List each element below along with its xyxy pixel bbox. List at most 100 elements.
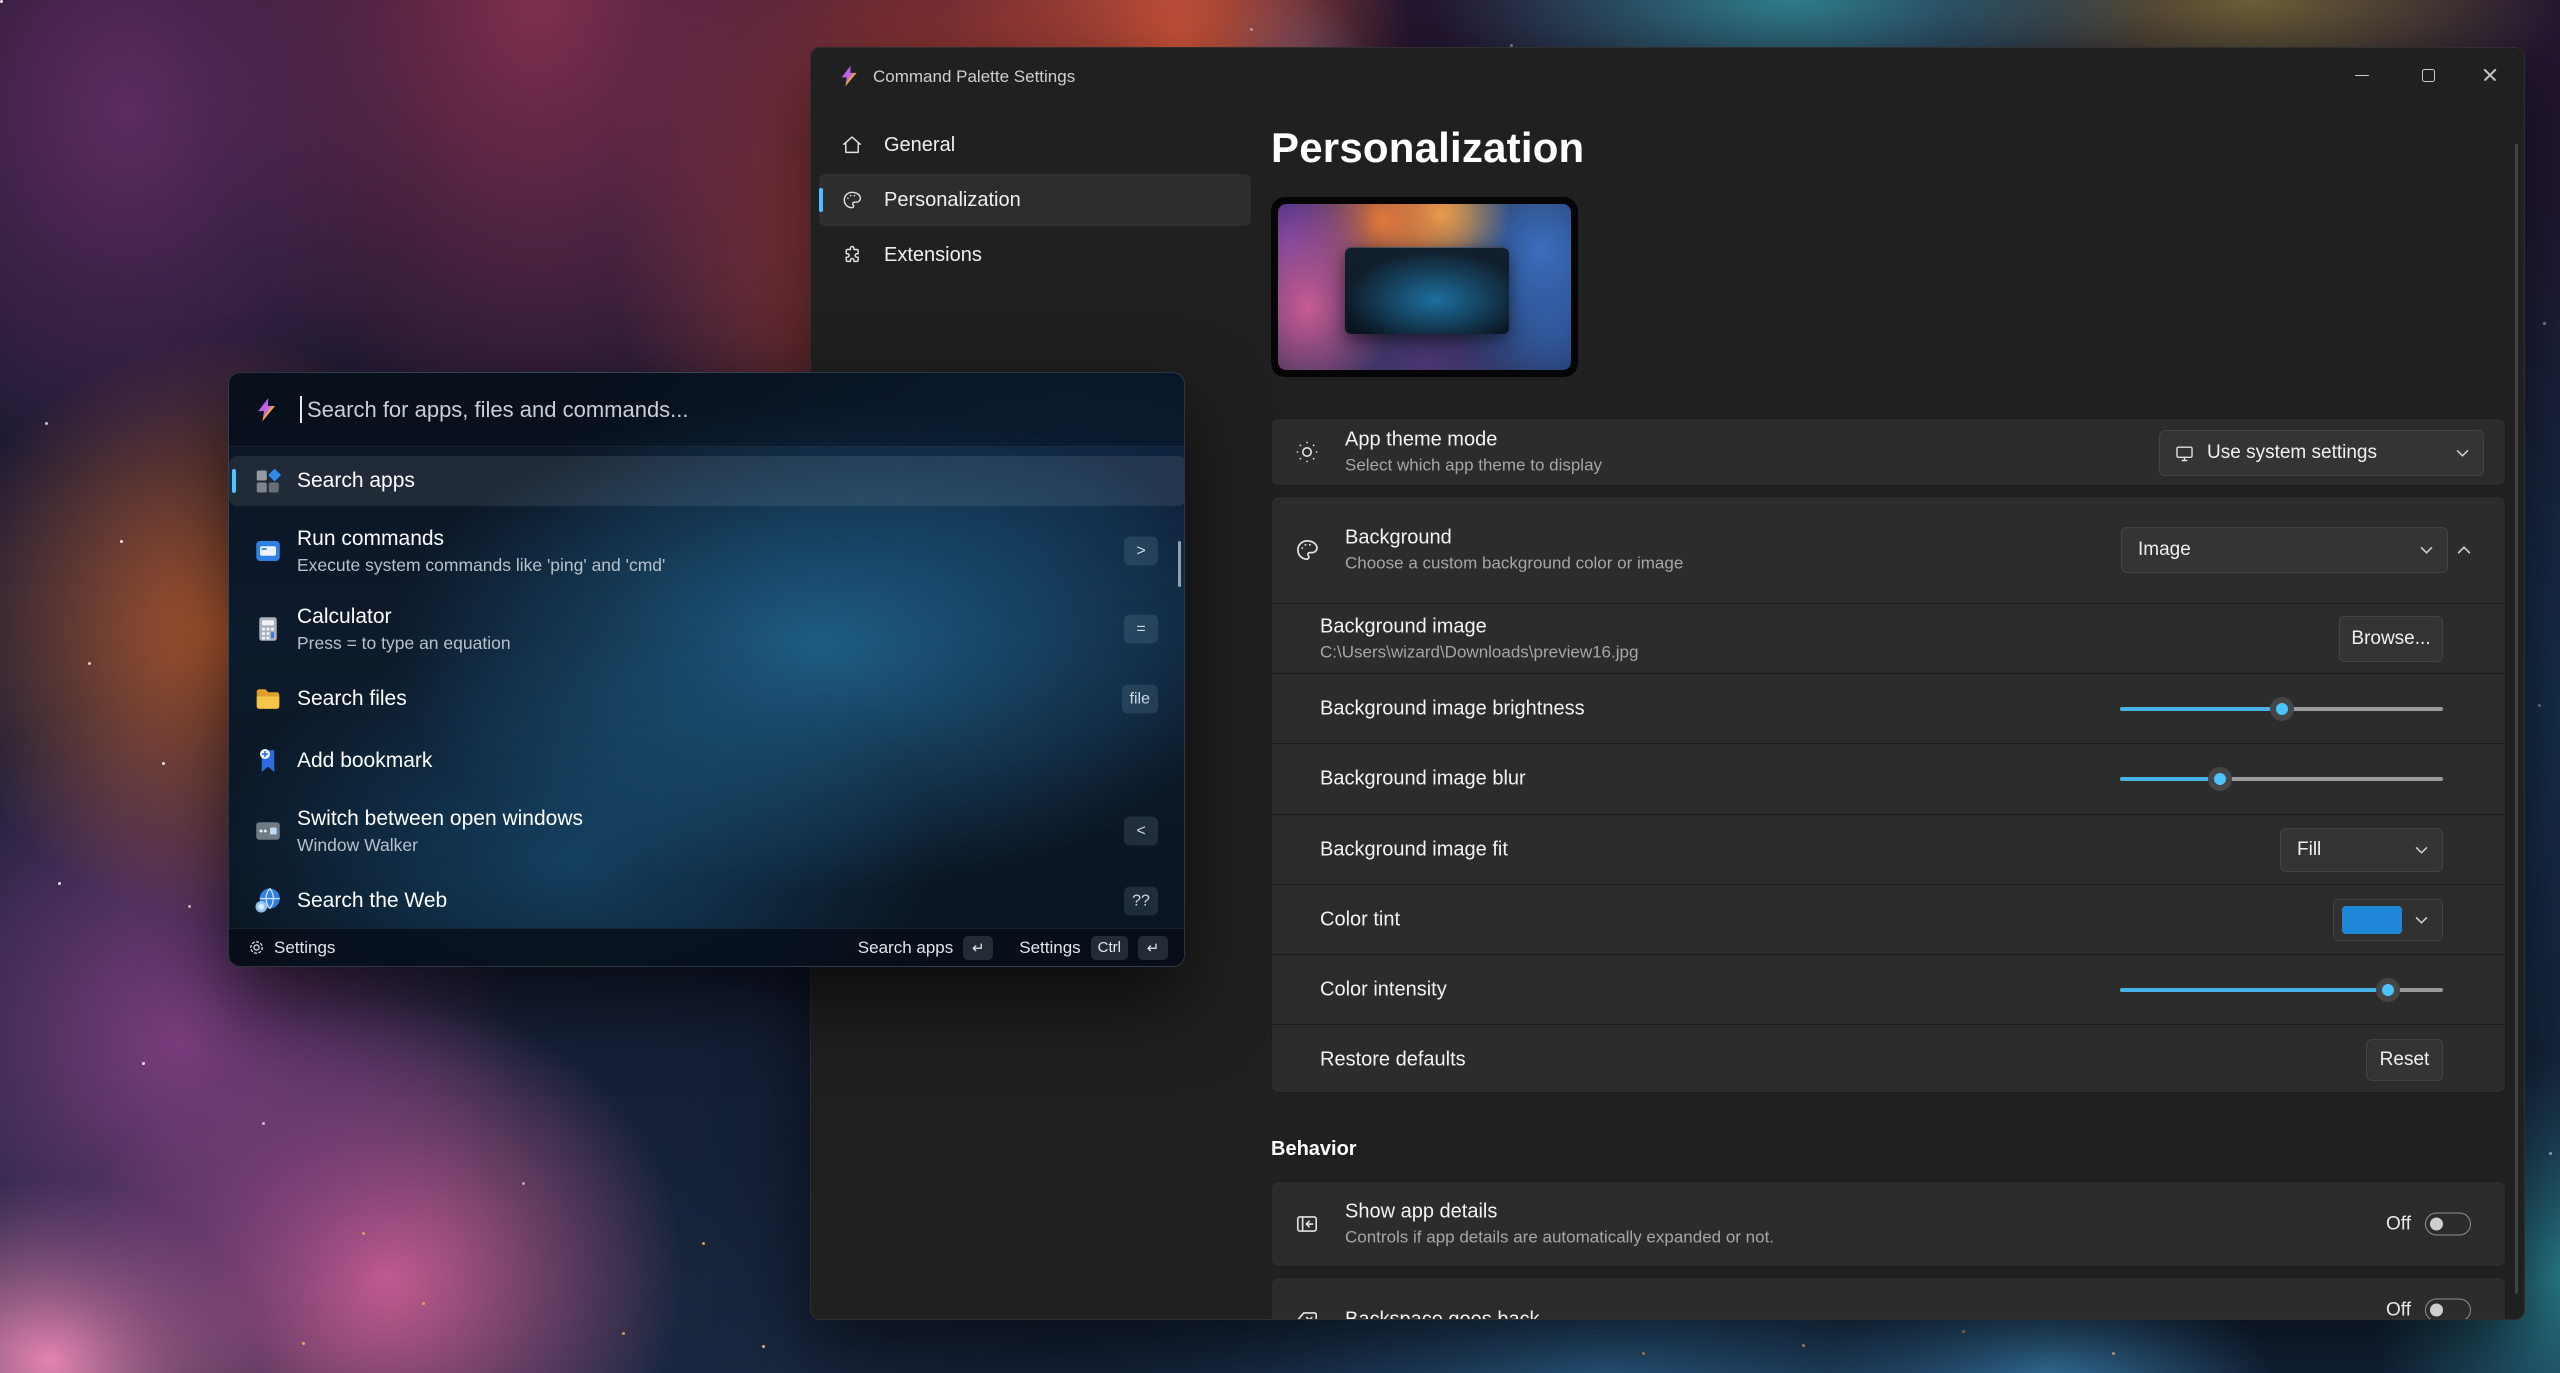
item-title: Switch between open windows: [297, 807, 583, 831]
palette-item-search-files[interactable]: Search files file: [229, 674, 1185, 724]
theme-mode-value: Use system settings: [2207, 442, 2377, 464]
palette-item-calculator[interactable]: Calculator Press = to type an equation =: [229, 596, 1185, 662]
item-subtitle: Window Walker: [297, 835, 583, 856]
background-image-title: Background image: [1320, 616, 1638, 639]
command-palette: Search apps Run commands Execute system …: [228, 372, 1185, 967]
show-details-toggle[interactable]: Off: [2386, 1213, 2471, 1236]
background-preview-image: [1278, 204, 1571, 370]
nav-item-personalization[interactable]: Personalization: [819, 174, 1251, 226]
chevron-down-icon: [2415, 916, 2428, 925]
toggle-state-label: Off: [2386, 1213, 2411, 1235]
show-details-subtitle: Controls if app details are automaticall…: [1345, 1228, 1774, 1248]
background-header-row: Background Choose a custom background co…: [1272, 497, 2505, 603]
restore-defaults-row: Restore defaults Reset: [1272, 1024, 2505, 1095]
background-type-dropdown[interactable]: Image: [2121, 527, 2448, 573]
brightness-title: Background image brightness: [1320, 698, 1585, 721]
item-shortcut-badge: =: [1124, 615, 1158, 644]
fit-row: Background image fit Fill: [1272, 814, 2505, 885]
nav-label: Extensions: [884, 244, 982, 267]
bookmark-add-icon: [253, 746, 283, 776]
palette-item-run-commands[interactable]: Run commands Execute system commands lik…: [229, 518, 1185, 584]
theme-title: App theme mode: [1345, 429, 1602, 452]
color-tint-picker[interactable]: [2333, 899, 2443, 941]
fit-value: Fill: [2297, 839, 2321, 861]
footer-primary-hint[interactable]: Search apps: [858, 938, 953, 958]
monitor-icon: [2174, 443, 2195, 464]
color-tint-row: Color tint: [1272, 884, 2505, 955]
nav-item-extensions[interactable]: Extensions: [819, 229, 1251, 281]
settings-content: Personalization App theme mode Select wh…: [1271, 48, 2506, 1319]
palette-preview-thumbnail: [1345, 247, 1509, 334]
background-palette-icon: [1294, 537, 1320, 563]
backspace-icon: [1294, 1307, 1320, 1320]
background-card: Background Choose a custom background co…: [1271, 496, 2506, 1093]
background-image-row: Background image C:\Users\wizard\Downloa…: [1272, 603, 2505, 674]
color-intensity-title: Color intensity: [1320, 979, 1447, 1002]
backspace-toggle[interactable]: Off: [2386, 1299, 2471, 1321]
palette-search-input[interactable]: [305, 396, 1109, 424]
item-shortcut-badge: <: [1124, 817, 1158, 846]
calculator-icon: [253, 614, 283, 644]
theme-mode-dropdown[interactable]: Use system settings: [2159, 430, 2484, 476]
browse-button[interactable]: Browse...: [2339, 616, 2443, 662]
home-icon: [841, 134, 863, 156]
ctrl-key-badge: Ctrl: [1091, 936, 1128, 960]
color-intensity-row: Color intensity: [1272, 954, 2505, 1025]
show-details-icon: [1294, 1211, 1320, 1237]
blur-slider[interactable]: [2120, 766, 2443, 792]
item-shortcut-badge: file: [1122, 685, 1158, 714]
fit-title: Background image fit: [1320, 839, 1508, 862]
apps-icon: [253, 466, 283, 496]
footer-settings-label[interactable]: Settings: [274, 938, 335, 958]
palette-item-search-apps[interactable]: Search apps: [229, 456, 1185, 506]
chevron-down-icon: [2456, 449, 2469, 458]
command-palette-bolt-icon: [253, 396, 280, 423]
color-intensity-slider[interactable]: [2120, 977, 2443, 1003]
app-theme-card: App theme mode Select which app theme to…: [1271, 418, 2506, 486]
background-subtitle: Choose a custom background color or imag…: [1345, 554, 1683, 574]
window-title: Command Palette Settings: [873, 67, 1075, 87]
command-palette-bolt-icon: [837, 64, 861, 88]
enter-key-badge: ↵: [1138, 936, 1168, 960]
palette-item-add-bookmark[interactable]: Add bookmark: [229, 736, 1185, 786]
palette-icon: [841, 189, 863, 211]
footer-secondary-hint[interactable]: Settings: [1019, 938, 1080, 958]
item-title: Search files: [297, 687, 407, 711]
item-shortcut-badge: >: [1124, 537, 1158, 566]
blur-row: Background image blur: [1272, 743, 2505, 814]
toggle-state-label: Off: [2386, 1299, 2411, 1320]
background-preview-card: [1271, 197, 1578, 377]
item-shortcut-badge: ??: [1124, 887, 1158, 916]
gear-icon[interactable]: [247, 938, 266, 957]
palette-item-search-web[interactable]: Search the Web ??: [229, 876, 1185, 926]
brightness-slider[interactable]: [2120, 696, 2443, 722]
chevron-down-icon: [2420, 546, 2433, 555]
backspace-goes-back-card: Backspace goes back Off: [1271, 1277, 2506, 1320]
behavior-section-heading: Behavior: [1271, 1138, 1357, 1161]
item-title: Search the Web: [297, 889, 447, 913]
toggle-switch[interactable]: [2425, 1299, 2471, 1321]
web-search-icon: [253, 886, 283, 916]
text-caret: [300, 396, 302, 423]
terminal-icon: [253, 536, 283, 566]
item-title: Run commands: [297, 527, 665, 551]
palette-search-row: [229, 373, 1184, 447]
settings-scrollbar[interactable]: [2515, 144, 2518, 1294]
color-tint-swatch: [2342, 906, 2402, 934]
expander-chevron-up-icon[interactable]: [2457, 545, 2471, 555]
blur-title: Background image blur: [1320, 768, 1526, 791]
background-title: Background: [1345, 527, 1683, 550]
nav-item-general[interactable]: General: [819, 119, 1251, 171]
brightness-row: Background image brightness: [1272, 673, 2505, 744]
reset-button[interactable]: Reset: [2366, 1039, 2443, 1081]
toggle-switch[interactable]: [2425, 1213, 2471, 1236]
restore-defaults-title: Restore defaults: [1320, 1049, 1466, 1072]
slider-thumb[interactable]: [2376, 978, 2400, 1002]
slider-thumb[interactable]: [2270, 697, 2294, 721]
color-tint-title: Color tint: [1320, 909, 1400, 932]
slider-thumb[interactable]: [2208, 767, 2232, 791]
chevron-down-icon: [2415, 846, 2428, 855]
fit-dropdown[interactable]: Fill: [2280, 828, 2443, 872]
show-app-details-card: Show app details Controls if app details…: [1271, 1181, 2506, 1267]
palette-item-switch-windows[interactable]: Switch between open windows Window Walke…: [229, 798, 1185, 864]
